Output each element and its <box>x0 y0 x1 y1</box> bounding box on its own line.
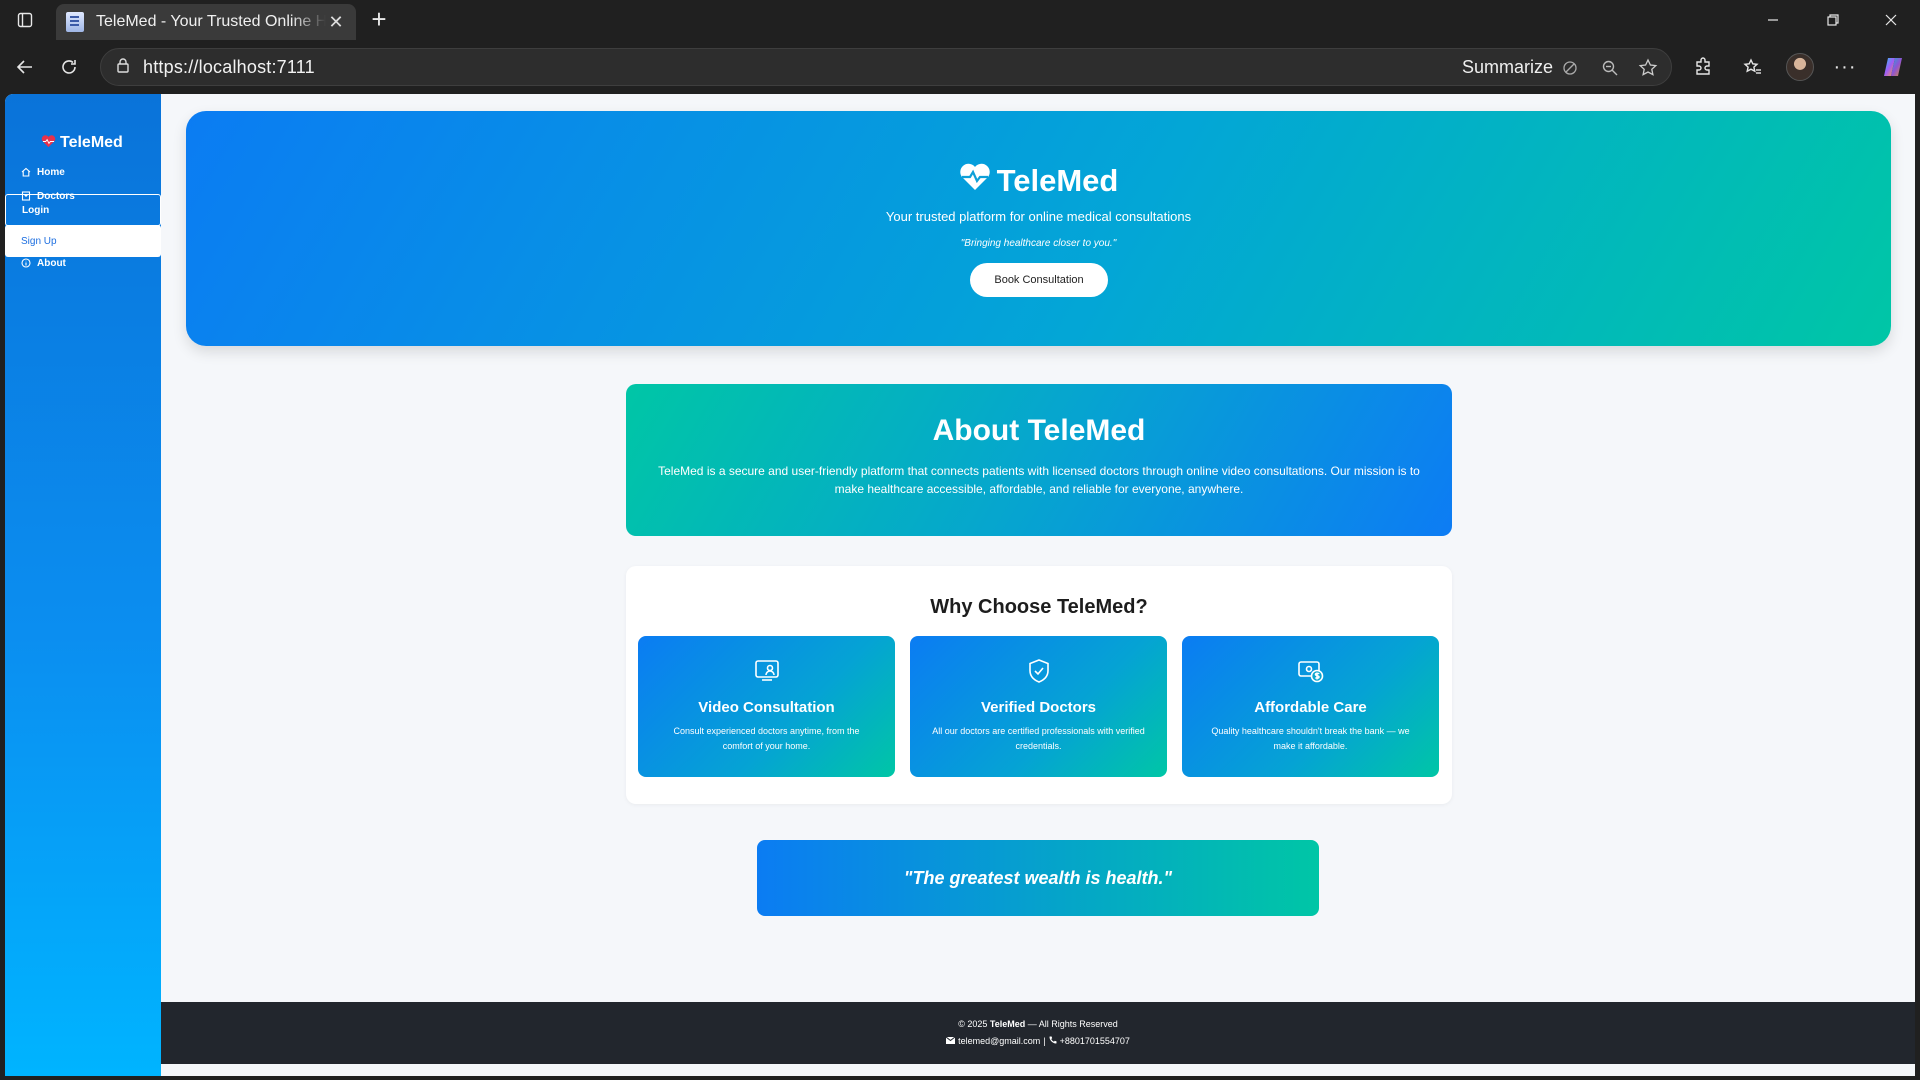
video-person-icon <box>638 658 895 684</box>
back-icon[interactable] <box>8 50 42 84</box>
footer-brand: TeleMed <box>989 1019 1026 1029</box>
feature-card-text: Consult experienced doctors anytime, fro… <box>673 726 860 751</box>
feature-card-title: Verified Doctors <box>980 699 1097 716</box>
new-tab-icon[interactable]: + <box>364 4 394 34</box>
browser-tab-bar: TeleMed - Your Trusted Online Health Pla… <box>0 0 1920 40</box>
page-bottom-strip <box>161 1064 1915 1076</box>
about-section: About TeleMed TeleMed is a secure and us… <box>626 384 1452 536</box>
more-options-icon[interactable]: ··· <box>1828 50 1862 84</box>
hero-subtitle: Your trusted platform for online medical… <box>885 209 1192 224</box>
browser-tab[interactable]: TeleMed - Your Trusted Online Health Pla… <box>56 4 356 40</box>
footer-copyright: © 2025 TeleMed — All Rights Reserved <box>161 1019 1915 1029</box>
footer-email[interactable]: telemed@gmail.com <box>958 1036 1040 1046</box>
page-viewport: TeleMed Home Doctors Login Sign Up About <box>5 94 1915 1076</box>
tracking-icon[interactable] <box>1559 57 1581 79</box>
envelope-icon <box>945 1036 956 1046</box>
browser-toolbar: https://localhost:7111 Summarize ··· <box>0 40 1920 94</box>
zoom-icon[interactable] <box>1599 57 1621 79</box>
hero-section: TeleMed Your trusted platform for online… <box>186 111 1891 346</box>
footer-separator: | <box>1043 1036 1046 1046</box>
book-consultation-button[interactable]: Book Consultation <box>970 263 1108 297</box>
about-text: TeleMed is a secure and user-friendly pl… <box>658 464 1420 496</box>
sidebar-brand[interactable]: TeleMed <box>41 134 123 152</box>
restore-icon[interactable] <box>1804 0 1862 40</box>
hero-title: TeleMed <box>186 163 1891 199</box>
feature-card-text: All our doctors are certified profession… <box>932 726 1145 751</box>
heart-logo-icon <box>41 134 56 152</box>
feature-card-text: Quality healthcare shouldn't break the b… <box>1211 726 1410 751</box>
feature-card-video: Video Consultation Consult experienced d… <box>638 636 895 777</box>
footer-phone[interactable]: +8801701554707 <box>1060 1036 1130 1046</box>
tab-actions-icon[interactable] <box>12 8 38 32</box>
favorite-star-icon[interactable] <box>1637 57 1659 79</box>
why-choose-section: Why Choose TeleMed? Video Consultation C… <box>626 566 1452 804</box>
home-icon <box>21 167 31 177</box>
sidebar-item-label: Sign Up <box>21 235 57 247</box>
summarize-button[interactable]: Summarize <box>1462 57 1553 78</box>
footer: © 2025 TeleMed — All Rights Reserved tel… <box>161 1002 1915 1064</box>
hero-tagline: "Bringing healthcare closer to you." <box>960 238 1117 249</box>
minimize-icon[interactable] <box>1744 0 1802 40</box>
close-window-icon[interactable] <box>1862 0 1920 40</box>
info-icon <box>21 258 31 268</box>
tab-title: TeleMed - Your Trusted Online Health Pla… <box>96 13 326 30</box>
page-favicon-icon <box>66 12 84 32</box>
shield-check-icon <box>910 658 1167 684</box>
copyright-prefix: © 2025 <box>958 1019 988 1029</box>
sidebar-item-about[interactable]: About <box>5 248 161 278</box>
feature-card-title: Video Consultation <box>698 699 835 716</box>
copilot-icon[interactable] <box>1876 50 1910 84</box>
quote-banner: "The greatest wealth is health." <box>757 840 1319 916</box>
hero-title-text: TeleMed <box>996 163 1119 198</box>
sidebar-item-label: About <box>37 257 66 269</box>
sidebar-item-label: Home <box>37 166 65 178</box>
feature-card-title: Affordable Care <box>1254 699 1367 716</box>
about-title: About TeleMed <box>932 414 1146 447</box>
refresh-icon[interactable] <box>52 50 86 84</box>
address-bar[interactable]: https://localhost:7111 Summarize <box>100 48 1672 86</box>
feature-card-verified: Verified Doctors All our doctors are cer… <box>910 636 1167 777</box>
money-icon <box>1182 658 1439 684</box>
sidebar-item-login[interactable]: Login <box>5 194 161 226</box>
lock-icon[interactable] <box>115 57 131 78</box>
favorites-icon[interactable] <box>1736 50 1770 84</box>
url-text[interactable]: https://localhost:7111 <box>143 57 315 78</box>
sidebar-item-label: Login <box>22 204 50 216</box>
profile-avatar[interactable] <box>1783 50 1817 84</box>
extensions-icon[interactable] <box>1686 50 1720 84</box>
why-choose-title: Why Choose TeleMed? <box>930 596 1148 618</box>
heartbeat-icon <box>959 163 991 199</box>
phone-icon <box>1049 1036 1057 1046</box>
tab-close-icon[interactable]: ✕ <box>326 12 346 33</box>
sidebar: TeleMed Home Doctors Login Sign Up About <box>5 94 161 1076</box>
feature-card-affordable: Affordable Care Quality healthcare shoul… <box>1182 636 1439 777</box>
footer-contact: telemed@gmail.com | +8801701554707 <box>161 1036 1915 1046</box>
copyright-suffix: — All Rights Reserved <box>1027 1019 1118 1029</box>
sidebar-brand-text: TeleMed <box>60 134 123 151</box>
